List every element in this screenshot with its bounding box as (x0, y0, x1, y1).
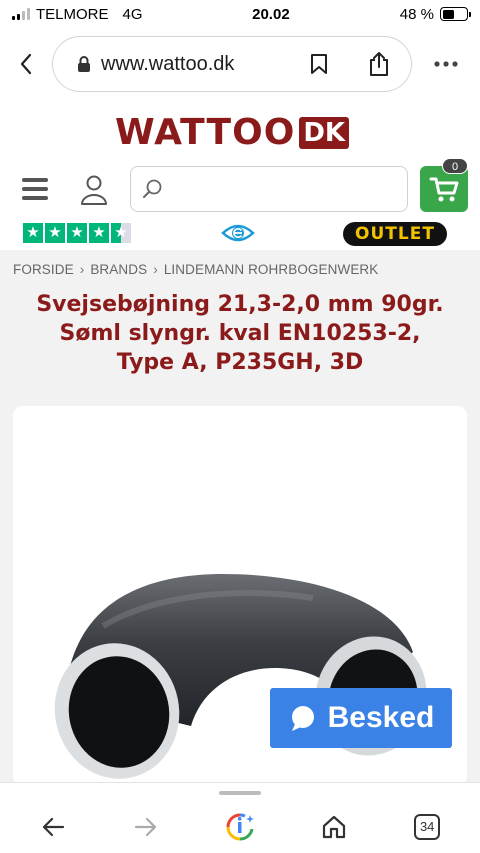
bottom-nav-icons: 34 (0, 807, 480, 847)
product-title-line: Søml slyngr. kval EN10253-2, (59, 321, 421, 346)
star-icon: ★ (89, 223, 109, 243)
battery-percent: 48 % (399, 5, 434, 23)
search-field[interactable] (130, 166, 408, 212)
arrow-right-icon (135, 817, 157, 837)
product-photo-elbow[interactable] (13, 556, 467, 786)
shopping-cart-icon (429, 177, 459, 202)
browser-bottom-bar: 34 (0, 782, 480, 853)
breadcrumb: FORSIDE › BRANDS › LINDEMANN ROHRBOGENWE… (13, 262, 378, 277)
google-lens-icon (226, 813, 254, 841)
more-horizontal-icon (434, 61, 458, 67)
status-left: TELMORE 4G (12, 6, 202, 23)
chevron-right-icon: › (79, 262, 85, 277)
carrier-name: TELMORE (36, 5, 109, 23)
product-title-line: Type A, P235GH, 3D (116, 350, 364, 375)
bookmark-button[interactable] (305, 50, 333, 78)
star-icon: ★ (23, 223, 43, 243)
chevron-left-icon (20, 53, 32, 75)
address-bar[interactable]: www.wattoo.dk (52, 36, 412, 92)
site-nav-row: 0 (0, 158, 480, 214)
search-input[interactable] (169, 167, 407, 211)
star-icon: ★ (45, 223, 65, 243)
drag-handle[interactable] (219, 791, 261, 795)
chevron-right-icon: › (153, 262, 158, 277)
tabs-button[interactable]: 34 (407, 807, 447, 847)
arrow-left-icon (42, 817, 64, 837)
status-bar: TELMORE 4G 20.02 48 % (0, 0, 480, 28)
trustpilot-stars[interactable]: ★ ★ ★ ★ ★ (23, 223, 131, 243)
battery-icon (440, 7, 471, 21)
share-button[interactable] (365, 50, 393, 78)
site-header: WATTOO DK 0 ★ ★ ★ ★ ★ OUTLET (0, 100, 480, 250)
search-icon (143, 179, 162, 198)
breadcrumb-item-brands[interactable]: BRANDS (90, 262, 147, 277)
bookmark-icon (311, 54, 327, 74)
product-title: Svejsebøjning 21,3-2,0 mm 90gr. Søml sly… (15, 290, 465, 377)
cart-count-badge: 0 (442, 158, 468, 174)
url-text: www.wattoo.dk (101, 52, 235, 75)
lock-icon (78, 56, 90, 72)
hamburger-menu-icon[interactable] (22, 178, 48, 200)
product-title-line: Svejsebøjning 21,3-2,0 mm 90gr. (36, 292, 444, 317)
browser-toolbar: www.wattoo.dk (0, 28, 480, 100)
chat-message-button[interactable]: Besked (270, 688, 452, 748)
battery-fill (442, 9, 454, 19)
nav-forward-button[interactable] (126, 807, 166, 847)
google-lens-button[interactable] (220, 807, 260, 847)
status-right: 48 % (399, 5, 471, 23)
browser-menu-button[interactable] (412, 38, 480, 90)
wattoo-logo[interactable]: WATTOO DK (115, 114, 367, 152)
e-maerket-logo[interactable] (221, 222, 255, 244)
home-icon (322, 815, 345, 839)
tabs-icon: 34 (414, 814, 441, 840)
breadcrumb-item-brand[interactable]: LINDEMANN ROHRBOGENWERK (164, 262, 379, 277)
breadcrumb-item-forside[interactable]: FORSIDE (13, 262, 74, 277)
logo-suffix: DK (299, 117, 350, 149)
chat-bubble-icon (291, 706, 314, 731)
browser-back-button[interactable] (0, 38, 52, 90)
home-button[interactable] (314, 807, 354, 847)
logo-text: WATTOO (115, 112, 296, 153)
chat-label: Besked (327, 701, 435, 734)
signal-icon (12, 8, 30, 20)
nav-back-button[interactable] (33, 807, 73, 847)
star-icon: ★ (67, 223, 87, 243)
status-time: 20.02 (252, 5, 290, 23)
trust-row: ★ ★ ★ ★ ★ OUTLET (0, 222, 480, 248)
share-icon (370, 52, 388, 76)
network-type: 4G (122, 5, 143, 23)
user-account-icon[interactable] (80, 174, 108, 206)
half-star-icon: ★ (111, 223, 131, 243)
outlet-badge[interactable]: OUTLET (343, 222, 447, 246)
